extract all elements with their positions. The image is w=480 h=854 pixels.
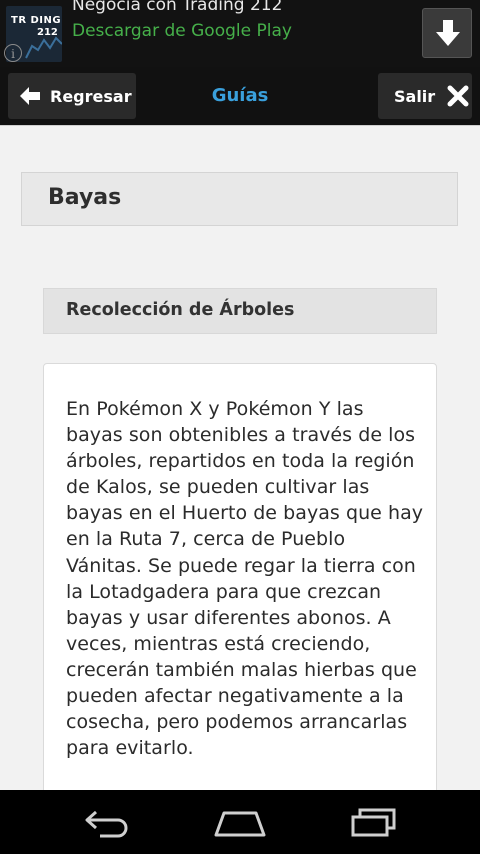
- section-header: Bayas: [21, 172, 458, 226]
- ad-download-button[interactable]: [422, 8, 472, 58]
- ad-subtitle: Descargar de Google Play: [72, 21, 292, 41]
- exit-button-label: Salir: [394, 86, 436, 106]
- ad-title: Negocia con Trading 212: [72, 0, 283, 15]
- back-icon[interactable]: [84, 808, 130, 838]
- subsection-title: Recolección de Árboles: [66, 300, 295, 320]
- exit-button[interactable]: Salir: [378, 73, 472, 119]
- section-title: Bayas: [48, 185, 122, 210]
- recent-apps-icon[interactable]: [350, 808, 398, 838]
- content-card: En Pokémon X y Pokémon Y las bayas son o…: [43, 363, 437, 823]
- nav-divider: [0, 125, 480, 126]
- back-button-label: Regresar: [50, 86, 132, 106]
- subsection-header: Recolección de Árboles: [43, 288, 437, 334]
- logo-line1: TR DING: [11, 15, 62, 26]
- body-text: En Pokémon X y Pokémon Y las bayas son o…: [66, 398, 424, 760]
- ad-info-icon[interactable]: i: [4, 44, 22, 62]
- download-arrow-icon: [436, 20, 460, 46]
- system-nav-bar: [0, 790, 480, 854]
- ad-banner[interactable]: TR DING 212 i Negocia con Trading 212 De…: [0, 0, 480, 67]
- arrow-left-icon: [20, 87, 40, 105]
- close-icon: [447, 85, 469, 107]
- back-button[interactable]: Regresar: [8, 73, 136, 119]
- home-icon[interactable]: [214, 810, 266, 838]
- top-nav-bar: Regresar Guías Salir: [0, 67, 480, 125]
